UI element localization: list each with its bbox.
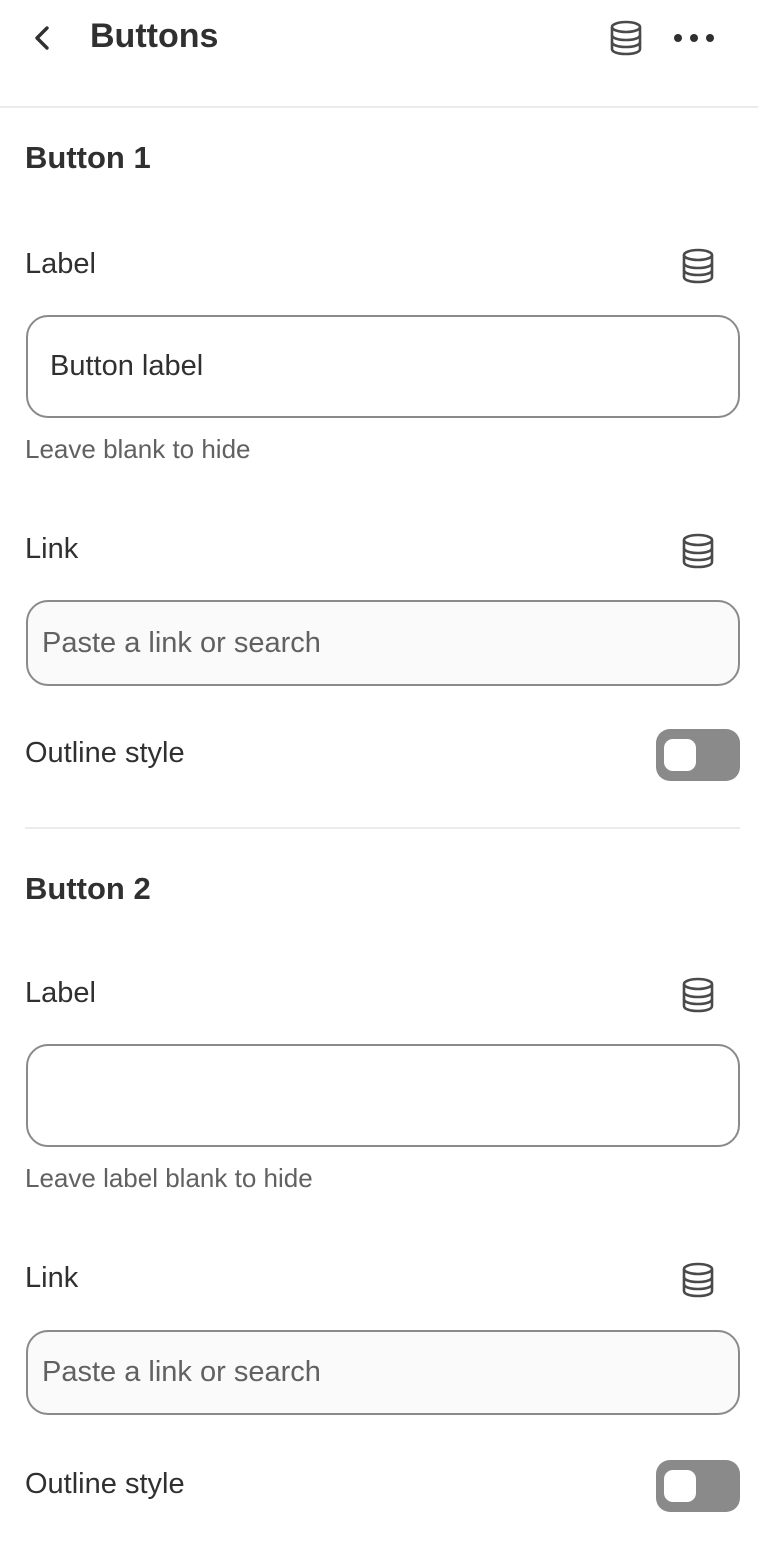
database-icon: [682, 533, 714, 569]
button-1-label-heading: Label: [25, 248, 96, 280]
button-2-link-heading: Link: [25, 1262, 79, 1294]
button-1-link-input[interactable]: [26, 600, 740, 686]
button-2-link-dynamic-source-button[interactable]: [674, 1258, 722, 1302]
button-1-label-help-text: Leave blank to hide: [25, 434, 251, 464]
button-1-label-input[interactable]: [26, 315, 740, 418]
section-title-button-1: Button 1: [25, 140, 151, 175]
toggle-knob: [664, 1470, 696, 1502]
database-icon: [610, 20, 642, 56]
database-icon: [682, 1262, 714, 1298]
section-title-button-2: Button 2: [25, 871, 151, 906]
ellipsis-horizontal-icon: [674, 34, 714, 42]
section-divider: [25, 827, 740, 829]
chevron-left-icon: [35, 26, 49, 50]
panel-header: Buttons: [0, 0, 758, 108]
button-2-outline-style-label: Outline style: [25, 1468, 185, 1500]
button-1-link-heading: Link: [25, 533, 79, 565]
button-2-label-heading: Label: [25, 977, 96, 1009]
button-1-link-dynamic-source-button[interactable]: [674, 529, 722, 573]
button-2-label-help-text: Leave label blank to hide: [25, 1163, 313, 1193]
button-1-outline-style-toggle[interactable]: [656, 729, 740, 781]
button-2-outline-style-toggle[interactable]: [656, 1460, 740, 1512]
page-title: Buttons: [90, 17, 219, 55]
button-2-label-input[interactable]: [26, 1044, 740, 1147]
back-button[interactable]: [22, 16, 62, 60]
button-2-link-input[interactable]: [26, 1330, 740, 1415]
button-2-label-dynamic-source-button[interactable]: [674, 973, 722, 1017]
more-actions-button[interactable]: [666, 16, 722, 60]
database-icon: [682, 977, 714, 1013]
dynamic-source-button[interactable]: [604, 16, 648, 60]
button-1-outline-style-label: Outline style: [25, 737, 185, 769]
button-1-label-dynamic-source-button[interactable]: [674, 244, 722, 288]
toggle-knob: [664, 739, 696, 771]
database-icon: [682, 248, 714, 284]
